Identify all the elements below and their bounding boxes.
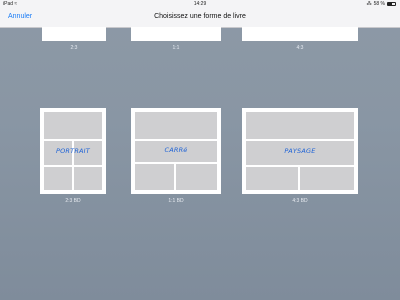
format-ratio-label: 4:3: [296, 45, 304, 51]
comic-panel: [176, 164, 217, 190]
bluetooth-icon: ⁂: [366, 1, 372, 7]
comic-panel: [44, 167, 72, 190]
format-ratio-label: 2:3 BD: [65, 198, 81, 204]
format-ratio-label: 1:1 BD: [168, 198, 184, 204]
format-card-1-1[interactable]: [131, 27, 221, 41]
status-time: 14:29: [193, 1, 207, 7]
format-ratio-label: 4:3 BD: [292, 198, 308, 204]
book-format-title: PAYSAGE: [284, 147, 316, 155]
comic-panel: [135, 164, 174, 190]
comic-panel: [74, 167, 102, 190]
page-title: Choisissez une forme de livre: [154, 13, 246, 20]
format-card-2-3[interactable]: [42, 27, 106, 41]
status-right: ⁂ 58 %: [367, 1, 396, 7]
comic-panel: [246, 112, 354, 139]
comic-panel: [300, 167, 354, 190]
format-ratio-label: 1:1: [172, 45, 180, 51]
comic-panel: [135, 112, 217, 139]
bd-landscape-card[interactable]: PAYSAGE: [242, 108, 358, 194]
book-format-title: CARRé: [164, 146, 188, 154]
comic-panel: [44, 112, 102, 139]
book-format-title: PORTRAIT: [56, 147, 90, 155]
battery-fill: [388, 3, 393, 5]
bd-square-card[interactable]: CARRé: [131, 108, 221, 194]
battery-icon: [387, 2, 396, 6]
format-ratio-label: 2:3: [70, 45, 78, 51]
navigation-bar: Annuler Choisissez une forme de livre: [0, 8, 400, 28]
battery-percent: 58 %: [373, 1, 385, 7]
format-card-4-3[interactable]: [242, 27, 358, 41]
bd-portrait-card[interactable]: PORTRAIT: [40, 108, 106, 194]
status-bar: iPad ≈ 14:29 ⁂ 58 %: [0, 0, 400, 8]
comic-panel: [246, 167, 298, 190]
